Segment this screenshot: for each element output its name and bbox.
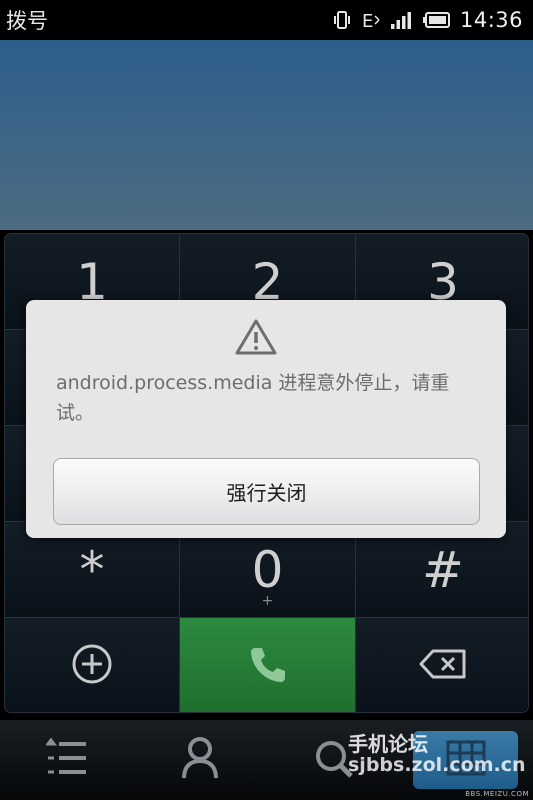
svg-text:E: E [362, 11, 373, 30]
battery-icon [422, 10, 451, 30]
backspace-icon [419, 649, 467, 683]
warning-icon [234, 318, 278, 356]
key-digit: 1 [76, 252, 108, 311]
key-digit: 2 [251, 252, 284, 311]
contacts-icon [181, 736, 219, 784]
status-bar: 拨号 E 14:36 [0, 0, 533, 40]
tab-dialpad[interactable] [413, 731, 518, 789]
add-contact-icon [71, 643, 113, 689]
bottom-tab-bar [0, 720, 533, 800]
clock: 14:36 [459, 8, 523, 32]
key-digit: 0 [251, 540, 284, 599]
add-contact-button[interactable] [5, 618, 180, 712]
backspace-button[interactable] [356, 618, 528, 712]
call-log-icon [44, 737, 88, 782]
error-dialog: android.process.media 进程意外停止，请重试。 强行关闭 [26, 300, 506, 538]
tab-call-log[interactable] [0, 720, 133, 800]
key-digit: # [422, 540, 464, 599]
signal-icon [390, 10, 414, 30]
vibrate-icon [332, 10, 352, 30]
dialog-message: android.process.media 进程意外停止，请重试。 [56, 372, 450, 424]
search-icon [311, 736, 355, 784]
key-digit: * [79, 540, 105, 599]
dialpad-icon [446, 740, 486, 780]
phone-call-icon [246, 642, 290, 690]
key-digit: 3 [427, 252, 459, 311]
number-display[interactable] [0, 40, 533, 230]
key-sub-label: + [261, 593, 274, 609]
tab-search[interactable] [266, 720, 399, 800]
app-title: 拨号 [6, 9, 48, 33]
force-close-button[interactable]: 强行关闭 [53, 458, 480, 525]
edge-network-icon: E [361, 10, 381, 30]
status-icons: E 14:36 [332, 8, 523, 32]
call-button[interactable] [180, 618, 356, 712]
tab-contacts[interactable] [133, 720, 266, 800]
